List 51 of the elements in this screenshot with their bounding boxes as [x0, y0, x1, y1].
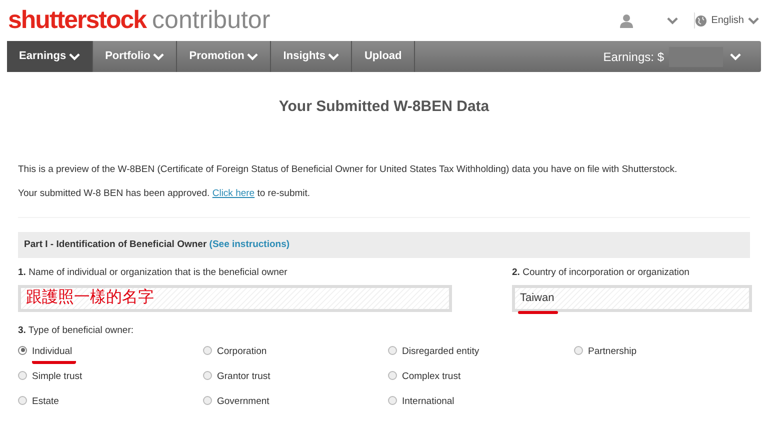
option-label: Grantor trust [217, 370, 272, 384]
page-title: Your Submitted W-8BEN Data [278, 97, 490, 117]
option-label: Complex trust [402, 370, 462, 384]
approval-text: Your submitted W-8 BEN has been approved. Click here to re-submit. [18, 186, 312, 201]
chevron-down-icon [247, 52, 258, 60]
nav-tab[interactable]: Insights [271, 41, 352, 72]
annotation-underline [518, 310, 558, 314]
chevron-down-icon [730, 52, 741, 60]
option-label: Corporation [217, 345, 268, 360]
chevron-down-icon [748, 16, 759, 24]
field-label: 2. Country of incorporation or organization [512, 266, 690, 280]
nav-tab[interactable]: Upload [352, 41, 415, 72]
option-label: International [402, 395, 456, 410]
chevron-down-icon [153, 52, 164, 60]
option-label: Government [217, 395, 270, 410]
field-value: Taiwan [520, 290, 554, 306]
option-label: Individual [32, 342, 76, 364]
nav-tab[interactable]: Earnings [7, 41, 94, 72]
nav-tab[interactable]: Portfolio [93, 41, 178, 72]
intro-text: This is a preview of the W-8BEN (Certificate of Foreign Status of Beneficial Owner for United States Tax Withholding) data you have on file with Shutterstock. [18, 162, 678, 176]
account-dropdown-icon[interactable] [667, 16, 678, 24]
language-selector[interactable]: English [694, 12, 760, 29]
field-value: 跟護照一樣的名字 [26, 288, 154, 308]
option-label: Simple trust [32, 370, 84, 384]
radio-button[interactable] [18, 370, 27, 380]
logo-wordmark: shutterstock [8, 8, 146, 33]
redacted-amount [669, 46, 723, 66]
field-label: 3. Type of beneficial owner: [18, 324, 134, 338]
option-label: Estate [32, 395, 60, 410]
section-header: Part I - Identification of Beneficial Owner (See instructions) [18, 232, 750, 258]
option-label: Disregarded entity [402, 345, 480, 360]
option-label: Partnership [588, 345, 638, 360]
globe-icon [695, 14, 708, 26]
earnings-dropdown[interactable]: Earnings: $ [591, 41, 753, 72]
radio-button[interactable] [203, 370, 212, 380]
see-instructions-link[interactable]: (See instructions) [209, 239, 290, 250]
logo-product-name: contributor [152, 8, 270, 33]
radio-button[interactable] [388, 396, 397, 405]
radio-button[interactable] [574, 346, 583, 355]
radio-button[interactable] [388, 370, 397, 380]
radio-button[interactable] [18, 396, 27, 405]
user-icon[interactable] [620, 14, 634, 28]
radio-button[interactable] [18, 346, 27, 355]
radio-button[interactable] [203, 346, 212, 355]
radio-button[interactable] [388, 346, 397, 355]
field-label: 1. Name of individual or organization that is the beneficial owner [18, 266, 288, 280]
click-here-link[interactable]: Click here [212, 188, 255, 199]
chevron-down-icon [69, 52, 80, 60]
radio-button[interactable] [203, 396, 212, 405]
chevron-down-icon [328, 52, 340, 60]
nav-tab[interactable]: Promotion [177, 41, 272, 72]
